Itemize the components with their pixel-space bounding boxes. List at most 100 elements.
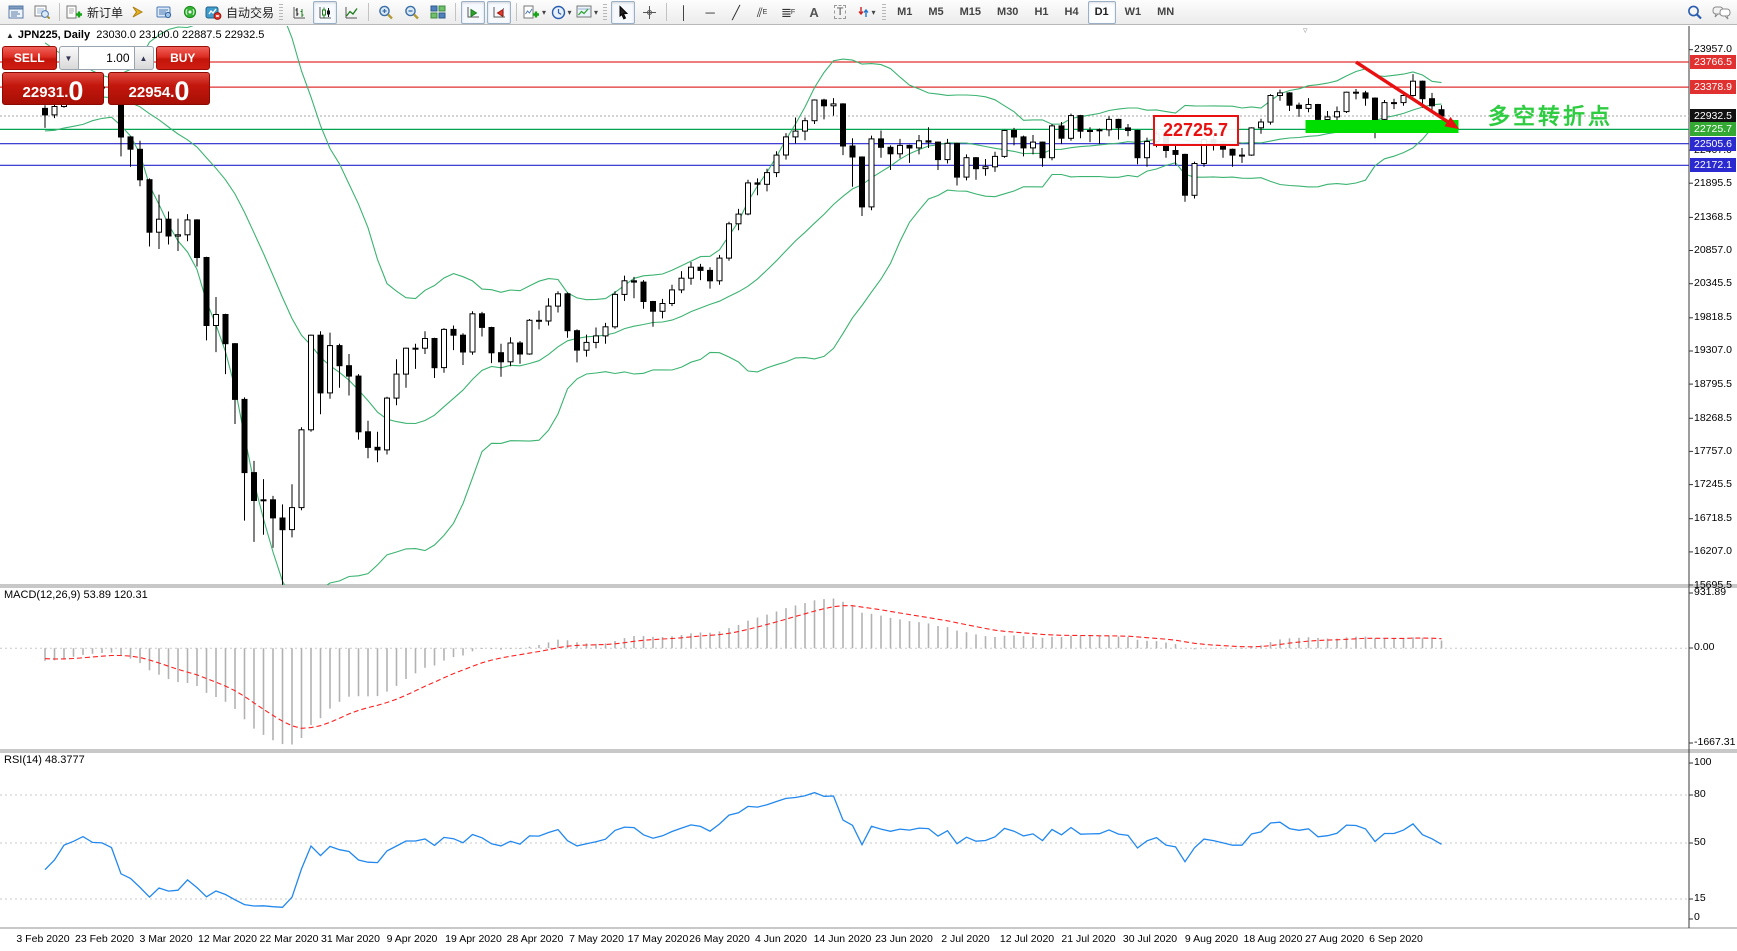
rsi-axis-value: 15 <box>1694 892 1706 904</box>
symbol-name: JPN225, Daily <box>17 29 91 41</box>
rsi-level-lines <box>0 794 1689 900</box>
chevron-down-icon: ▾ <box>542 7 547 17</box>
price-badge: 23766.5 <box>1690 55 1736 69</box>
templates-icon[interactable]: ▾ <box>575 1 599 24</box>
timeframe-m1[interactable]: M1 <box>890 1 919 24</box>
timeframe-m30[interactable]: M30 <box>990 1 1025 24</box>
line-chart-icon[interactable] <box>339 1 363 24</box>
toolbar-grip <box>603 3 608 21</box>
toolbar-grip <box>279 3 284 21</box>
label-icon[interactable]: T <box>828 1 852 24</box>
timeframe-h1[interactable]: H1 <box>1027 1 1055 24</box>
volume-increase-button[interactable]: ▲ <box>134 46 154 70</box>
date-axis-label: 23 Feb 2020 <box>75 933 134 945</box>
date-axis-label: 9 Aug 2020 <box>1184 933 1239 945</box>
search-icon[interactable] <box>1683 1 1707 24</box>
date-axis-label: 12 Mar 2020 <box>198 933 257 945</box>
toolbar-divider <box>368 3 370 21</box>
new-order-button[interactable]: 新订单 <box>65 1 124 24</box>
annotation-trend-arrow[interactable] <box>1355 60 1460 130</box>
date-axis-label: 22 Mar 2020 <box>259 933 319 945</box>
price-axis-tick: 17245.5 <box>1694 478 1732 491</box>
timeframe-mn[interactable]: MN <box>1150 1 1181 24</box>
price-badge: 22172.1 <box>1690 158 1736 173</box>
chart-shift-icon[interactable] <box>487 0 512 24</box>
buy-price-display[interactable]: 22954. 0 <box>108 72 210 105</box>
collapse-chart-icon[interactable]: ▲ <box>6 31 14 40</box>
timeframe-m15[interactable]: M15 <box>953 1 988 24</box>
macd-axis-value: 0.00 <box>1694 641 1715 653</box>
horizontal-line-icon[interactable]: ─ <box>698 1 722 24</box>
chat-icon[interactable] <box>1709 1 1733 24</box>
volume-decrease-button[interactable]: ▼ <box>58 46 79 70</box>
chevron-down-icon: ▾ <box>567 7 572 17</box>
tile-windows-icon[interactable] <box>426 1 450 24</box>
toolbar-grip <box>882 3 887 21</box>
price-axis-tick: 17757.0 <box>1694 444 1732 457</box>
date-axis-label: 17 May 2020 <box>627 933 689 945</box>
price-badge: 23378.9 <box>1690 80 1736 95</box>
zoom-out-icon[interactable] <box>400 1 424 24</box>
timeframe-h4[interactable]: H4 <box>1058 1 1086 24</box>
periods-icon[interactable]: ▾ <box>549 1 573 24</box>
chevron-down-icon: ▾ <box>871 7 876 17</box>
toolbar-divider <box>59 3 60 21</box>
buy-button[interactable]: BUY <box>155 46 210 70</box>
crosshair-icon[interactable] <box>637 1 661 24</box>
toolbar-divider <box>455 3 457 21</box>
date-axis-label: 2 Jul 2020 <box>941 933 990 945</box>
date-axis-label: 3 Mar 2020 <box>139 933 193 945</box>
new-chart-icon[interactable] <box>4 1 28 24</box>
date-axis-label: 31 Mar 2020 <box>321 933 380 945</box>
macd-label: MACD(12,26,9) 53.89 120.31 <box>4 589 148 601</box>
mql5-icon[interactable] <box>126 1 150 24</box>
annotation-turning-point[interactable]: 多空转折点 <box>1488 99 1613 131</box>
bar-chart-icon[interactable] <box>287 1 311 24</box>
date-axis-label: 6 Sep 2020 <box>1369 933 1423 945</box>
chart-shift-marker[interactable]: ▿ <box>1303 25 1308 36</box>
date-axis-label: 19 Apr 2020 <box>445 933 502 945</box>
price-badge: 22725.7 <box>1690 122 1736 137</box>
chart-canvas[interactable] <box>0 0 1737 951</box>
annotation-support-bar[interactable] <box>1305 120 1459 133</box>
toolbar-divider <box>666 3 668 21</box>
candles-layer <box>42 74 1445 585</box>
fibonacci-icon[interactable]: ≣ F <box>776 1 800 24</box>
sell-price-display[interactable]: 22931. 0 <box>2 72 104 105</box>
new-order-label: 新订单 <box>87 5 124 20</box>
cursor-icon[interactable] <box>611 0 636 24</box>
indicators-icon[interactable]: ▾ <box>522 1 547 24</box>
metaeditor-icon[interactable] <box>152 1 176 24</box>
price-axis-tick: 19818.5 <box>1694 311 1732 324</box>
annotation-price-flag[interactable]: 22725.7 <box>1152 115 1239 146</box>
vertical-line-icon[interactable]: │ <box>672 1 696 24</box>
algo-trading-button[interactable]: 自动交易 <box>204 1 275 24</box>
timeframe-w1[interactable]: W1 <box>1118 1 1149 24</box>
trendline-icon[interactable]: ╱ <box>724 1 748 24</box>
algo-trading-label: 自动交易 <box>226 5 275 20</box>
sell-button[interactable]: SELL <box>2 46 57 70</box>
candle-chart-icon[interactable] <box>313 0 338 24</box>
date-axis-label: 26 May 2020 <box>689 933 750 945</box>
timeframe-d1[interactable]: D1 <box>1087 0 1116 24</box>
date-axis-label: 30 Jul 2020 <box>1122 933 1178 945</box>
date-axis-label: 21 Jul 2020 <box>1061 933 1116 945</box>
price-axis-tick: 19307.0 <box>1694 344 1732 357</box>
buy-price: 22954. <box>128 84 175 101</box>
timeframe-m5[interactable]: M5 <box>921 1 950 24</box>
zoom-in-icon[interactable] <box>374 1 398 24</box>
date-axis-label: 23 Jun 2020 <box>875 933 933 945</box>
volume-input[interactable] <box>78 46 135 70</box>
arrows-icon[interactable]: ▾ <box>854 1 878 24</box>
price-axis-tick: 16718.5 <box>1694 512 1732 525</box>
date-axis-label: 3 Feb 2020 <box>16 933 70 945</box>
rsi-label: RSI(14) 48.3777 <box>4 754 85 766</box>
signals-icon[interactable] <box>178 1 202 24</box>
auto-scroll-icon[interactable] <box>461 0 486 24</box>
rsi-axis-value: 50 <box>1694 836 1706 848</box>
profiles-icon[interactable] <box>30 1 54 24</box>
channel-icon[interactable]: ⫽ E <box>750 1 774 24</box>
macd-axis-value: -1667.31 <box>1694 736 1736 748</box>
chevron-down-icon: ▾ <box>594 7 599 17</box>
text-icon[interactable]: A <box>802 1 826 24</box>
